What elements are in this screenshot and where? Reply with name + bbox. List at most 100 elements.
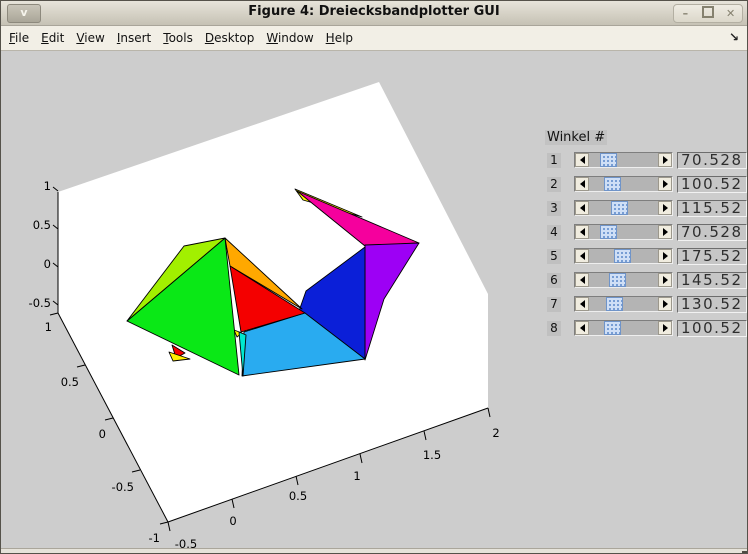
slider-rows: 170.5282100.523115.52470.5285175.526145.… (539, 152, 747, 344)
menu-item-view[interactable]: View (76, 31, 104, 45)
right-triangle-icon (663, 156, 672, 164)
angle-slider-8[interactable] (574, 320, 673, 336)
menu-item-help[interactable]: Help (326, 31, 353, 45)
x-axis-tick (232, 499, 234, 508)
winkel-panel: Winkel # 170.5282100.523115.52470.528517… (539, 126, 747, 145)
slider-right-arrow-button[interactable] (658, 153, 672, 167)
slider-right-arrow-button[interactable] (658, 225, 672, 239)
panel-title: Winkel # (545, 130, 607, 145)
z-tick-label: -0.5 (29, 296, 51, 310)
left-triangle-icon (576, 252, 585, 260)
slider-number-label: 8 (547, 321, 561, 336)
slider-right-arrow-button[interactable] (658, 273, 672, 287)
y-tick-label: -1 (149, 531, 160, 545)
slider-left-arrow-button[interactable] (575, 225, 589, 239)
x-tick-label: 1.5 (423, 448, 441, 462)
angle-value-field-6[interactable]: 145.52 (677, 272, 747, 289)
menu-bar: File Edit View Insert Tools Desktop Window Help… (1, 26, 747, 51)
angle-slider-3[interactable] (574, 200, 673, 216)
slider-thumb[interactable] (600, 225, 617, 239)
angle-slider-5[interactable] (574, 248, 673, 264)
angle-value-field-3[interactable]: 115.52 (677, 200, 747, 217)
dock-figure-icon[interactable]: ↘ (729, 30, 739, 44)
angle-value-field-5[interactable]: 175.52 (677, 248, 747, 265)
slider-thumb[interactable] (606, 297, 623, 311)
slider-thumb[interactable] (604, 177, 621, 191)
slider-thumb[interactable] (611, 201, 628, 215)
slider-left-arrow-button[interactable] (575, 153, 589, 167)
left-triangle-icon (576, 276, 585, 284)
slider-number-label: 7 (547, 297, 561, 312)
menu-item-file[interactable]: File (9, 31, 29, 45)
angle-slider-6[interactable] (574, 272, 673, 288)
slider-thumb[interactable] (600, 153, 617, 167)
slider-row-2: 2100.52 (539, 176, 747, 192)
slider-track[interactable] (589, 201, 658, 215)
y-tick-label: 0 (99, 427, 106, 441)
slider-row-1: 1 70.528 (539, 152, 747, 168)
slider-right-arrow-button[interactable] (658, 321, 672, 335)
menu-item-insert[interactable]: Insert (117, 31, 151, 45)
window-title: Figure 4: Dreiecksbandplotter GUI (1, 4, 747, 19)
x-axis-tick (296, 476, 298, 485)
slider-number-label: 5 (547, 249, 561, 264)
slider-left-arrow-button[interactable] (575, 273, 589, 287)
slider-left-arrow-button[interactable] (575, 321, 589, 335)
slider-right-arrow-button[interactable] (658, 177, 672, 191)
menu-item-desktop[interactable]: Desktop (205, 31, 255, 45)
slider-thumb[interactable] (604, 321, 621, 335)
slider-number-label: 4 (547, 225, 561, 240)
slider-right-arrow-button[interactable] (658, 249, 672, 263)
maximize-icon (702, 6, 714, 18)
slider-right-arrow-button[interactable] (658, 297, 672, 311)
slider-track[interactable] (589, 321, 658, 335)
slider-row-3: 3115.52 (539, 200, 747, 216)
y-axis-tick (132, 470, 140, 472)
slider-row-5: 5 175.52 (539, 248, 747, 264)
angle-value-field-1[interactable]: 70.528 (677, 152, 747, 169)
menu-item-tools[interactable]: Tools (163, 31, 193, 45)
y-axis-tick (50, 313, 58, 315)
slider-row-7: 7 130.52 (539, 296, 747, 312)
slider-track[interactable] (589, 225, 658, 239)
y-axis-tick (160, 522, 168, 524)
slider-track[interactable] (589, 177, 658, 191)
right-triangle-icon (663, 276, 672, 284)
slider-right-arrow-button[interactable] (658, 201, 672, 215)
slider-row-4: 4 70.528 (539, 224, 747, 240)
slider-left-arrow-button[interactable] (575, 201, 589, 215)
angle-slider-1[interactable] (574, 152, 673, 168)
angle-slider-4[interactable] (574, 224, 673, 240)
slider-track[interactable] (589, 153, 658, 167)
slider-left-arrow-button[interactable] (575, 297, 589, 311)
right-triangle-icon (663, 228, 672, 236)
angle-value-field-8[interactable]: 100.52 (677, 320, 747, 337)
slider-track[interactable] (589, 297, 658, 311)
minimize-button[interactable]: – (675, 6, 695, 21)
maximize-button[interactable] (698, 6, 718, 22)
close-button[interactable]: ✕ (721, 6, 741, 21)
z-tick-label: 0 (44, 257, 51, 271)
slider-track[interactable] (589, 249, 658, 263)
slider-left-arrow-button[interactable] (575, 249, 589, 263)
right-triangle-icon (663, 252, 672, 260)
angle-value-field-7[interactable]: 130.52 (677, 296, 747, 313)
z-axis-tick (53, 263, 58, 267)
x-tick-label: 1 (353, 469, 360, 483)
slider-left-arrow-button[interactable] (575, 177, 589, 191)
angle-slider-7[interactable] (574, 296, 673, 312)
left-triangle-icon (576, 180, 585, 188)
angle-slider-2[interactable] (574, 176, 673, 192)
menu-item-window[interactable]: Window (266, 31, 313, 45)
angle-value-field-4[interactable]: 70.528 (677, 224, 747, 241)
slider-thumb[interactable] (609, 273, 626, 287)
y-axis-tick (105, 418, 113, 420)
slider-thumb[interactable] (614, 249, 631, 263)
angle-value-field-2[interactable]: 100.52 (677, 176, 747, 193)
z-axis-tick (53, 301, 58, 305)
x-tick-label: 2 (492, 426, 499, 440)
slider-track[interactable] (589, 273, 658, 287)
menu-item-edit[interactable]: Edit (41, 31, 64, 45)
slider-number-label: 1 (547, 153, 561, 168)
z-axis-tick (53, 187, 58, 191)
